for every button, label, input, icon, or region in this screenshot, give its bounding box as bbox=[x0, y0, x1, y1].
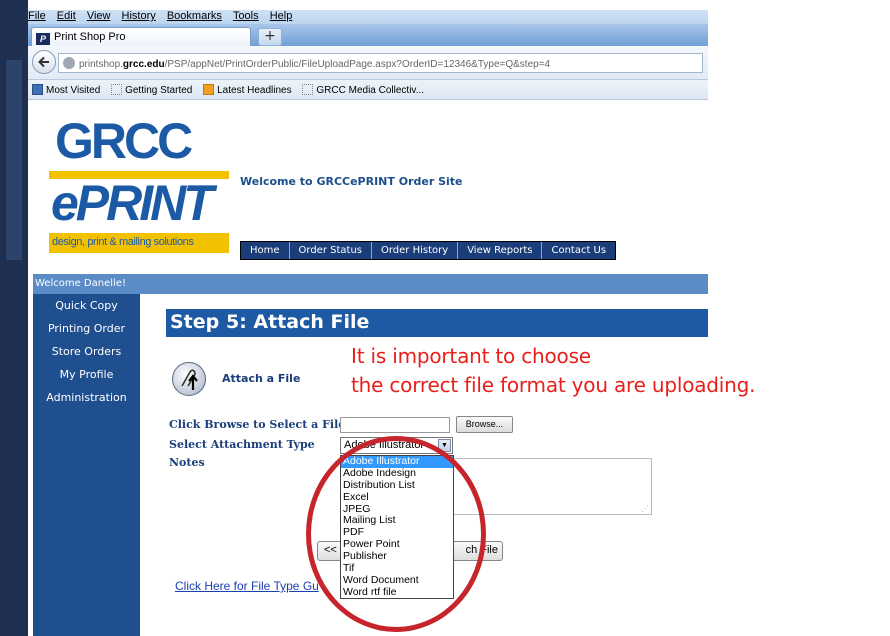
option-distribution-list[interactable]: Distribution List bbox=[341, 480, 453, 492]
bookmark-getting-started[interactable]: Getting Started bbox=[111, 84, 192, 96]
attach-file-icon bbox=[172, 362, 206, 396]
logo-grcc-text: GRCC bbox=[55, 113, 193, 169]
sidebar-item-store-orders[interactable]: Store Orders bbox=[33, 340, 140, 363]
globe-icon bbox=[63, 57, 75, 69]
bookmark-most-visited[interactable]: Most Visited bbox=[32, 84, 100, 96]
annotation-text-line-1: It is important to choose bbox=[351, 344, 591, 368]
attachment-type-value: Adobe Illustrator bbox=[344, 439, 425, 451]
option-word-rtf-file[interactable]: Word rtf file bbox=[341, 587, 453, 599]
nav-home[interactable]: Home bbox=[241, 242, 290, 259]
attach-file-heading: Attach a File bbox=[222, 372, 301, 385]
bookmark-label: Most Visited bbox=[46, 85, 101, 96]
option-pdf[interactable]: PDF bbox=[341, 527, 453, 539]
menu-bar: File Edit View History Bookmarks Tools H… bbox=[28, 10, 708, 24]
chevron-down-icon[interactable]: ▼ bbox=[438, 439, 451, 452]
file-type-guide-link[interactable]: Click Here for File Type Gu bbox=[175, 579, 319, 593]
nav-contact-us[interactable]: Contact Us bbox=[542, 242, 615, 259]
bookmark-grcc-media[interactable]: GRCC Media Collectiv... bbox=[302, 84, 424, 96]
menu-tools[interactable]: Tools bbox=[233, 10, 259, 22]
step-header: Step 5: Attach File bbox=[166, 309, 708, 337]
step-title: 5: Attach File bbox=[226, 311, 370, 333]
url-path: /PSP/appNet/PrintOrderPublic/FileUploadP… bbox=[164, 59, 551, 70]
bookmark-latest-headlines[interactable]: Latest Headlines bbox=[203, 84, 292, 96]
sidebar-item-printing-order[interactable]: Printing Order bbox=[33, 317, 140, 340]
menu-bookmarks[interactable]: Bookmarks bbox=[167, 10, 222, 22]
back-arrow-icon bbox=[38, 56, 49, 68]
sidebar: Quick Copy Printing Order Store Orders M… bbox=[33, 294, 140, 636]
window-edge bbox=[0, 0, 28, 636]
url-bar[interactable]: printshop.grcc.edu/PSP/appNet/PrintOrder… bbox=[58, 53, 703, 73]
sidebar-item-my-profile[interactable]: My Profile bbox=[33, 363, 140, 386]
option-jpeg[interactable]: JPEG bbox=[341, 504, 453, 516]
tab-print-shop-pro[interactable]: P Print Shop Pro bbox=[31, 27, 251, 46]
tab-strip: P Print Shop Pro + bbox=[28, 24, 708, 46]
option-power-point[interactable]: Power Point bbox=[341, 539, 453, 551]
nav-order-status[interactable]: Order Status bbox=[290, 242, 372, 259]
site-welcome-heading: Welcome to GRCCePRINT Order Site bbox=[240, 175, 463, 188]
paperclip-arrow-icon bbox=[181, 369, 198, 390]
new-tab-button[interactable]: + bbox=[258, 28, 282, 46]
option-mailing-list[interactable]: Mailing List bbox=[341, 515, 453, 527]
logo-eprint-text: ePRINT bbox=[51, 175, 214, 231]
attachment-type-dropdown-list: Adobe Illustrator Adobe Indesign Distrib… bbox=[340, 455, 454, 599]
menu-file[interactable]: File bbox=[28, 10, 46, 22]
notes-label: Notes bbox=[169, 456, 205, 469]
welcome-user-text: Welcome Danelle! bbox=[35, 278, 126, 289]
top-navigation: Home Order Status Order History View Rep… bbox=[240, 241, 617, 260]
bookmark-label: Latest Headlines bbox=[217, 85, 292, 96]
back-button[interactable] bbox=[32, 50, 56, 74]
sidebar-item-administration[interactable]: Administration bbox=[33, 386, 140, 409]
option-publisher[interactable]: Publisher bbox=[341, 551, 453, 563]
browse-label: Click Browse to Select a File bbox=[169, 418, 346, 431]
resize-grip-icon[interactable]: ⋰ bbox=[641, 504, 649, 513]
attachment-type-label: Select Attachment Type bbox=[169, 438, 315, 451]
step-word: Step bbox=[170, 311, 220, 333]
url-prefix: printshop. bbox=[79, 59, 123, 70]
most-visited-icon bbox=[32, 84, 43, 95]
menu-edit[interactable]: Edit bbox=[57, 10, 76, 22]
bookmarks-bar: Most Visited Getting Started Latest Head… bbox=[28, 80, 708, 100]
option-word-document[interactable]: Word Document bbox=[341, 575, 453, 587]
file-path-input[interactable] bbox=[340, 417, 450, 433]
navigation-bar: printshop.grcc.edu/PSP/appNet/PrintOrder… bbox=[28, 46, 708, 80]
tab-title: Print Shop Pro bbox=[54, 31, 126, 43]
annotation-text-line-2: the correct file format you are uploadin… bbox=[351, 373, 756, 397]
site-favicon-icon: P bbox=[36, 33, 50, 45]
menu-view[interactable]: View bbox=[87, 10, 111, 22]
attachment-type-select[interactable]: Adobe Illustrator ▼ bbox=[340, 437, 453, 454]
url-domain: grcc.edu bbox=[122, 59, 165, 70]
menu-history[interactable]: History bbox=[122, 10, 156, 22]
menu-help[interactable]: Help bbox=[270, 10, 293, 22]
bookmark-label: GRCC Media Collectiv... bbox=[316, 85, 425, 96]
option-adobe-indesign[interactable]: Adobe Indesign bbox=[341, 468, 453, 480]
option-adobe-illustrator[interactable]: Adobe Illustrator bbox=[341, 456, 453, 468]
logo-tagline: design, print & mailing solutions bbox=[49, 233, 229, 253]
grcc-eprint-logo[interactable]: GRCC ePRINT design, print & mailing solu… bbox=[49, 113, 229, 263]
welcome-user-bar: Welcome Danelle! bbox=[33, 274, 708, 294]
bookmark-label: Getting Started bbox=[125, 85, 193, 96]
sidebar-item-quick-copy[interactable]: Quick Copy bbox=[33, 294, 140, 317]
page-icon bbox=[111, 84, 123, 95]
nav-order-history[interactable]: Order History bbox=[372, 242, 459, 259]
browse-button[interactable]: Browse... bbox=[456, 416, 513, 433]
nav-view-reports[interactable]: View Reports bbox=[458, 242, 543, 259]
option-tif[interactable]: Tif bbox=[341, 563, 453, 575]
option-excel[interactable]: Excel bbox=[341, 492, 453, 504]
page-icon bbox=[302, 84, 314, 95]
rss-icon bbox=[203, 84, 215, 95]
